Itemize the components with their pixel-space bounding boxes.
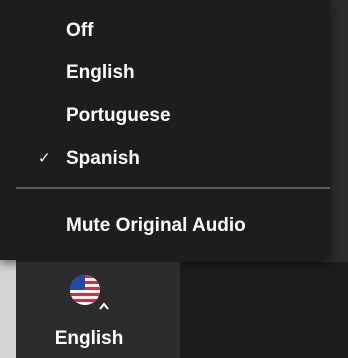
language-menu: Off English Portuguese ✓ Spanish Mute Or… (0, 0, 330, 260)
us-flag-icon (70, 275, 100, 305)
menu-item-label: English (66, 62, 135, 83)
menu-item-portuguese[interactable]: Portuguese (0, 97, 330, 135)
mute-original-audio-item[interactable]: Mute Original Audio (0, 207, 330, 245)
menu-item-label: Spanish (66, 148, 140, 169)
language-button-label: English (54, 328, 124, 349)
menu-item-label: Portuguese (66, 105, 171, 126)
chevron-up-icon[interactable] (98, 301, 110, 311)
checkmark-icon: ✓ (38, 150, 51, 167)
menu-item-spanish[interactable]: ✓ Spanish (0, 140, 330, 178)
menu-separator (16, 187, 330, 189)
menu-item-off[interactable]: Off (0, 12, 330, 50)
menu-item-label: Mute Original Audio (66, 215, 246, 236)
menu-item-label: Off (66, 20, 94, 41)
menu-item-english[interactable]: English (0, 54, 330, 92)
toolbar-background (180, 262, 348, 358)
